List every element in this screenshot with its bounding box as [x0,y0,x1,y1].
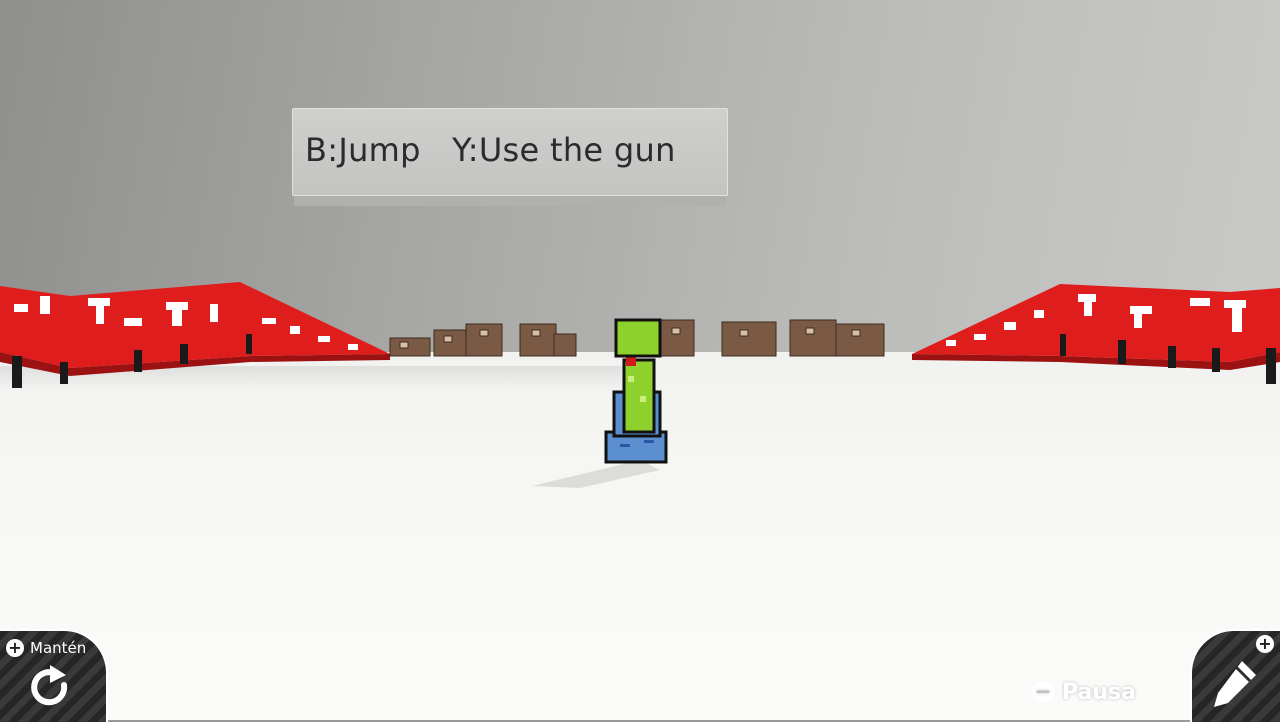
pause-hint[interactable]: − Pausa [1032,678,1136,706]
player-character [604,318,668,464]
player-shadow [532,460,660,488]
restart-hold-button[interactable]: + Mantén [0,629,108,722]
control-hint-text: B:Jump Y:Use the gun [305,131,676,169]
crate-cluster-right [659,319,885,357]
hold-label: Mantén [30,639,87,657]
control-hint-sign: B:Jump Y:Use the gun [292,108,728,196]
crate-cluster-left [389,323,577,357]
pencil-icon [1214,661,1256,707]
minus-button-icon: − [1032,681,1054,703]
plus-button-icon: + [1256,635,1274,653]
plus-button-icon: + [6,639,24,657]
left-red-banner [0,282,390,388]
edit-button[interactable]: + [1190,629,1280,722]
retry-arrow-icon [31,665,68,706]
right-red-banner [912,284,1280,384]
pause-label: Pausa [1062,679,1136,705]
